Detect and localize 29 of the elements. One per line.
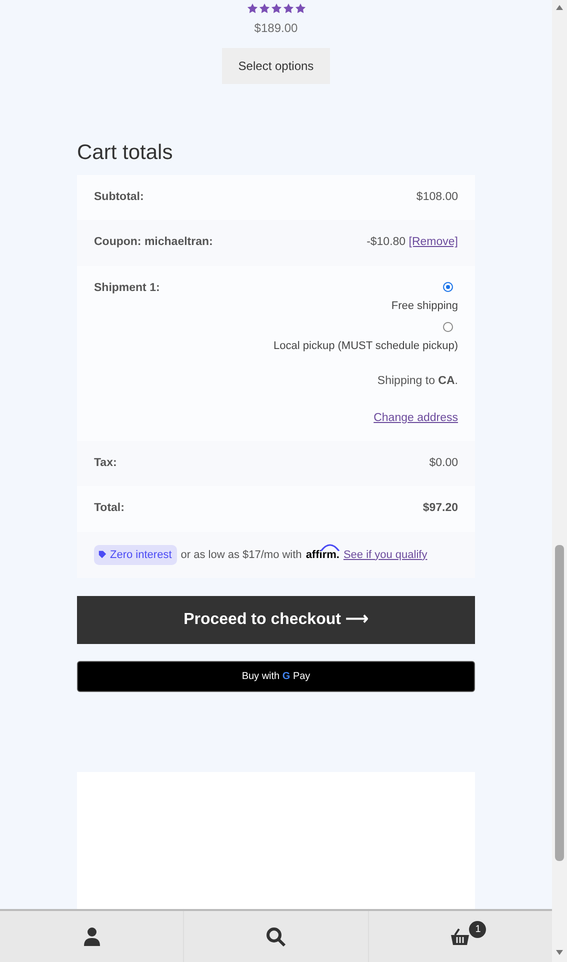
change-address-link[interactable]: Change address <box>374 410 458 428</box>
search-icon[interactable] <box>266 926 286 946</box>
shipping-option-label: Local pickup (MUST schedule pickup) <box>274 339 458 354</box>
promo-badge: Zero interest <box>94 544 177 566</box>
google-pay-button[interactable]: Buy with G Pay <box>77 661 475 692</box>
radio-button[interactable] <box>443 322 453 332</box>
row-label: Tax: <box>94 456 117 472</box>
shipping-option-label: Free shipping <box>391 298 458 314</box>
radio-button[interactable] <box>443 282 453 292</box>
product-price: $189.00 <box>253 20 299 37</box>
remove-link[interactable]: [Remove] <box>408 236 458 248</box>
discount-value: -$10.80 <box>366 236 406 248</box>
shipping-destination: Shipping to CA. <box>377 374 458 389</box>
affirm-logo: affirm. <box>306 546 340 564</box>
checkout-button[interactable]: Proceed to checkout ⟶ <box>77 596 475 644</box>
row-value: $108.00 <box>416 190 458 206</box>
select-options-button[interactable]: Select options <box>222 48 330 84</box>
basket-icon[interactable] <box>450 928 470 946</box>
row-label: Total: <box>94 501 124 516</box>
account-icon[interactable] <box>82 926 101 946</box>
row-value: $0.00 <box>429 456 458 472</box>
section-title: Cart totals <box>77 140 174 166</box>
qualify-link[interactable]: See if you qualify <box>343 546 428 564</box>
row-label: Subtotal: <box>94 190 144 206</box>
row-label: Coupon: michaeltran: <box>94 235 213 250</box>
cart-count-badge: 1 <box>469 921 486 938</box>
row-value: $97.20 <box>422 501 458 516</box>
row-label: Shipment 1: <box>94 280 160 296</box>
financing-text: or as low as $17/mo with <box>180 548 302 563</box>
